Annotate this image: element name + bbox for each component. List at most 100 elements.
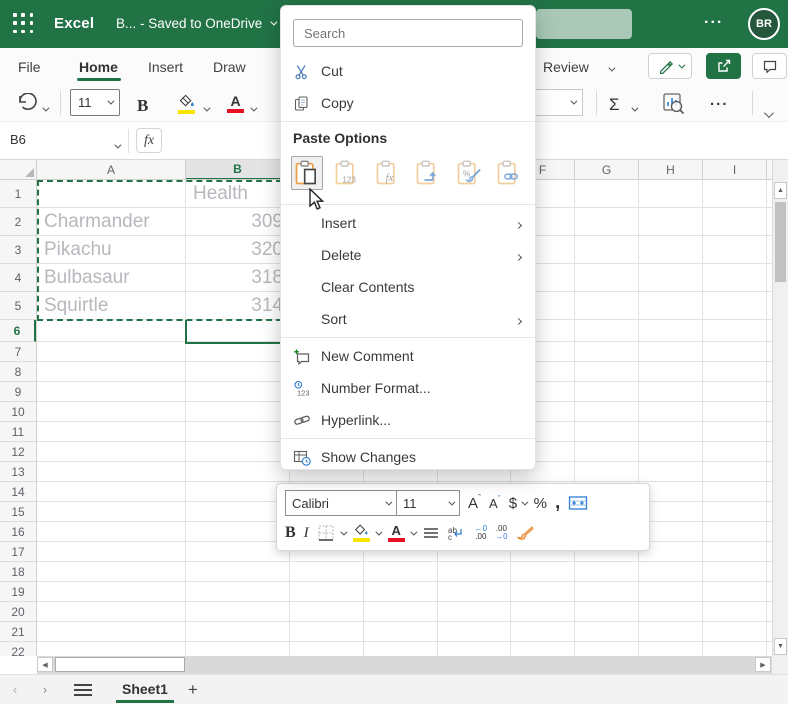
- mini-font-color-button[interactable]: A: [387, 524, 418, 542]
- mini-bold-button[interactable]: B: [285, 524, 296, 542]
- percent-format-button[interactable]: %: [534, 495, 547, 512]
- number-format-select[interactable]: [534, 89, 583, 116]
- cell-B5[interactable]: 314: [186, 292, 290, 320]
- row-header-15[interactable]: 15: [0, 502, 36, 522]
- context-menu-search-input[interactable]: Search: [293, 19, 523, 47]
- column-header-I[interactable]: I: [703, 160, 767, 179]
- tab-draw[interactable]: Draw: [213, 55, 246, 79]
- paste-formatting-button[interactable]: %: [453, 156, 485, 190]
- comments-button[interactable]: [752, 53, 787, 79]
- borders-button[interactable]: [317, 524, 348, 542]
- row-header-18[interactable]: 18: [0, 562, 36, 582]
- row-header-9[interactable]: 9: [0, 382, 36, 402]
- editing-mode-button[interactable]: [648, 53, 692, 79]
- vertical-scrollbar[interactable]: ▲ ▼: [772, 160, 788, 656]
- app-launcher-icon[interactable]: [13, 13, 35, 35]
- cell-A2[interactable]: Charmander: [37, 208, 186, 236]
- mini-italic-button[interactable]: I: [304, 525, 309, 542]
- menu-item-clear-contents[interactable]: Clear Contents: [281, 271, 535, 303]
- row-header-20[interactable]: 20: [0, 602, 36, 622]
- document-title[interactable]: B... - Saved to OneDrive: [116, 16, 278, 31]
- cell-A5[interactable]: Squirtle: [37, 292, 186, 320]
- menu-item-sort[interactable]: Sort: [281, 303, 535, 335]
- column-header-H[interactable]: H: [639, 160, 703, 179]
- share-button[interactable]: [706, 53, 741, 79]
- cell-B2[interactable]: 309: [186, 208, 290, 236]
- ribbon-more-button[interactable]: ...: [710, 87, 729, 114]
- font-color-chevron[interactable]: [250, 96, 258, 123]
- row-header-2[interactable]: 2: [0, 208, 36, 236]
- tab-file[interactable]: File: [18, 55, 41, 79]
- row-header-3[interactable]: 3: [0, 236, 36, 264]
- paste-formulas-button[interactable]: fx: [372, 156, 404, 190]
- cell-A4[interactable]: Bulbasaur: [37, 264, 186, 292]
- undo-button[interactable]: [16, 89, 38, 116]
- analyze-data-button[interactable]: [660, 89, 686, 116]
- autosum-button[interactable]: Σ: [609, 91, 620, 118]
- menu-item-cut[interactable]: Cut: [281, 55, 535, 87]
- font-color-button[interactable]: A: [227, 90, 244, 117]
- row-header-17[interactable]: 17: [0, 542, 36, 562]
- prev-sheet-chevron[interactable]: ‹: [0, 682, 30, 697]
- row-header-22[interactable]: 22: [0, 642, 36, 657]
- row-header-5[interactable]: 5: [0, 292, 36, 320]
- format-painter-button[interactable]: [516, 525, 534, 541]
- comma-format-button[interactable]: ,: [555, 492, 560, 514]
- shrink-font-button[interactable]: Aˇ: [489, 494, 501, 511]
- paste-transpose-button[interactable]: [413, 156, 445, 190]
- menu-item-copy[interactable]: Copy: [281, 87, 535, 119]
- all-sheets-menu-icon[interactable]: [74, 683, 92, 696]
- undo-dropdown-chevron[interactable]: [42, 96, 50, 123]
- column-header-B[interactable]: B: [186, 160, 290, 179]
- next-sheet-chevron[interactable]: ›: [30, 682, 60, 697]
- cell-B4[interactable]: 318: [186, 264, 290, 292]
- font-size-select[interactable]: 11: [70, 89, 120, 116]
- cell-B1[interactable]: Health: [186, 180, 290, 208]
- row-header-13[interactable]: 13: [0, 462, 36, 482]
- scroll-down-button[interactable]: ▼: [774, 638, 787, 655]
- grow-font-button[interactable]: Aˆ: [468, 493, 481, 512]
- mini-font-size-select[interactable]: 11: [397, 491, 459, 515]
- tab-overflow-chevron[interactable]: [608, 55, 616, 79]
- row-header-6[interactable]: 6: [0, 320, 36, 342]
- wrap-text-button[interactable]: ab c: [447, 525, 467, 541]
- fill-color-chevron[interactable]: [203, 96, 211, 123]
- scroll-up-button[interactable]: ▲: [774, 182, 787, 199]
- topbar-more-button[interactable]: ...: [704, 10, 723, 28]
- row-header-14[interactable]: 14: [0, 482, 36, 502]
- office-search-box[interactable]: [536, 9, 632, 39]
- scroll-right-button[interactable]: ▶: [755, 657, 771, 672]
- align-button[interactable]: [423, 526, 439, 540]
- row-header-19[interactable]: 19: [0, 582, 36, 602]
- autosum-chevron[interactable]: [631, 96, 639, 123]
- row-header-11[interactable]: 11: [0, 422, 36, 442]
- menu-item-show-changes[interactable]: Show Changes: [281, 441, 535, 473]
- row-header-8[interactable]: 8: [0, 362, 36, 382]
- add-sheet-button[interactable]: +: [188, 680, 198, 700]
- paste-link-button[interactable]: [494, 156, 526, 190]
- row-header-1[interactable]: 1: [0, 180, 36, 208]
- name-box-chevron[interactable]: [114, 137, 122, 152]
- row-header-7[interactable]: 7: [0, 342, 36, 362]
- vertical-scroll-thumb[interactable]: [775, 202, 786, 282]
- fill-color-button[interactable]: [178, 90, 195, 117]
- mini-fill-color-button[interactable]: [352, 524, 383, 542]
- paste-button[interactable]: [291, 156, 323, 190]
- row-header-21[interactable]: 21: [0, 622, 36, 642]
- name-box[interactable]: B6: [10, 132, 26, 147]
- row-header-16[interactable]: 16: [0, 522, 36, 542]
- scroll-left-button[interactable]: ◀: [37, 657, 53, 672]
- decrease-decimal-button[interactable]: ←0.00: [475, 525, 487, 541]
- menu-item-number-format[interactable]: 123 Number Format...: [281, 372, 535, 404]
- menu-item-new-comment[interactable]: New Comment: [281, 340, 535, 372]
- horizontal-scroll-thumb[interactable]: [55, 657, 185, 672]
- column-header-A[interactable]: A: [37, 160, 186, 179]
- paste-values-button[interactable]: 123: [332, 156, 364, 190]
- tab-review[interactable]: Review: [543, 55, 589, 79]
- row-header-10[interactable]: 10: [0, 402, 36, 422]
- row-headers[interactable]: 1 2 3 4 5 6 7 8 9 10 11 12 13 14 15 16 17 18 19 20 21 22: [0, 180, 37, 656]
- row-header-4[interactable]: 4: [0, 264, 36, 292]
- bold-button[interactable]: B: [137, 92, 148, 119]
- sheet-tab-sheet1[interactable]: Sheet1: [116, 675, 174, 704]
- menu-item-delete[interactable]: Delete: [281, 239, 535, 271]
